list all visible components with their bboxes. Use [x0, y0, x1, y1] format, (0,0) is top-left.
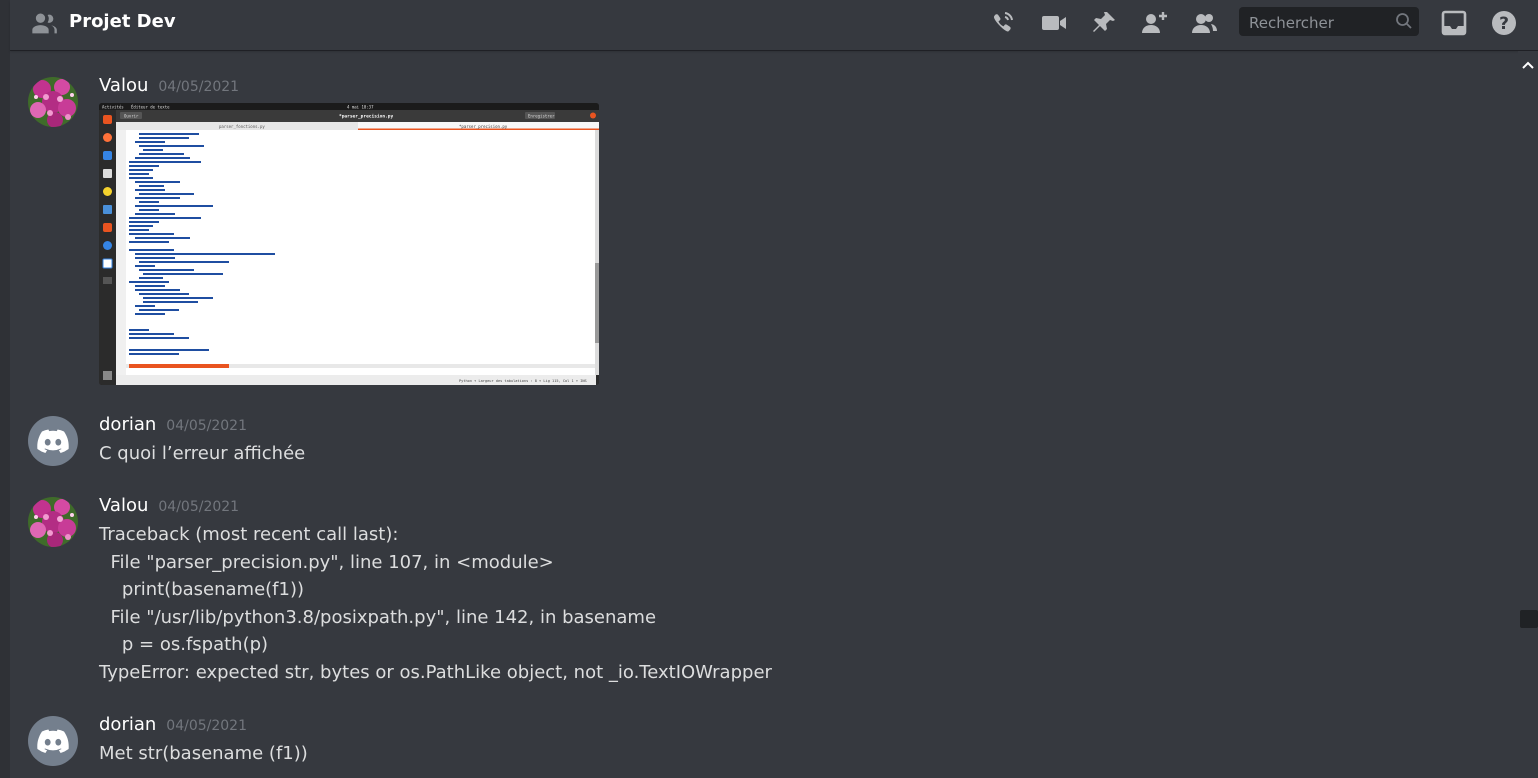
- traceback-line: print(basename(f1)): [99, 579, 305, 600]
- screenshot-topbar-left: Activités: [102, 105, 124, 110]
- author-name[interactable]: dorian: [99, 414, 156, 435]
- pin-icon[interactable]: [1089, 9, 1119, 37]
- search-icon: [1395, 12, 1413, 30]
- phone-call-icon[interactable]: [988, 9, 1018, 37]
- video-call-icon[interactable]: [1039, 9, 1069, 37]
- people-icon: [30, 10, 58, 38]
- traceback-line: TypeError: expected str, bytes or os.Pat…: [99, 661, 772, 683]
- chevron-up-icon[interactable]: [1522, 55, 1534, 69]
- author-name[interactable]: Valou: [99, 75, 148, 96]
- discord-logo-icon: [37, 429, 69, 453]
- screenshot-open-button: Ouvrir: [124, 114, 139, 119]
- screenshot-topbar-app: Éditeur de texte: [131, 105, 170, 110]
- message-header: dorian 04/05/2021: [99, 413, 247, 438]
- message-timestamp: 04/05/2021: [158, 79, 240, 95]
- svg-text:?: ?: [1499, 14, 1509, 34]
- discord-logo-icon: [37, 729, 69, 753]
- help-icon[interactable]: ?: [1489, 9, 1519, 37]
- channel-title: Projet Dev: [69, 11, 176, 32]
- scrollbar-thumb[interactable]: [1520, 610, 1538, 628]
- inbox-icon[interactable]: [1439, 9, 1469, 37]
- avatar[interactable]: [28, 497, 78, 547]
- traceback-line: Traceback (most recent call last):: [99, 524, 399, 545]
- image-attachment[interactable]: Activités Éditeur de texte 4 mai 10:37 O…: [99, 103, 599, 385]
- server-sidebar-edge: [0, 0, 10, 778]
- screenshot-tab-2: *parser_precision.py: [459, 124, 508, 129]
- traceback-line: p = os.fspath(p): [99, 634, 269, 655]
- members-icon[interactable]: [1189, 9, 1219, 37]
- screenshot-tab-1: parser_fonctions.py: [219, 124, 265, 129]
- message-content: C quoi l’erreur affichée: [99, 443, 306, 464]
- scrollbar[interactable]: [1518, 51, 1538, 778]
- search-bar[interactable]: [1239, 7, 1419, 38]
- message-content: Traceback (most recent call last): File …: [99, 521, 772, 686]
- channel-header: Projet Dev ?: [10, 0, 1538, 50]
- message-header: Valou 04/05/2021: [99, 494, 239, 519]
- author-name[interactable]: Valou: [99, 495, 148, 516]
- message-list: Valou 04/05/2021 Activités Éditeur de tex…: [10, 51, 1518, 778]
- message-header: Valou 04/05/2021: [99, 74, 239, 99]
- message-content: Met str(basename (f1)): [99, 743, 308, 764]
- screenshot-clock: 4 mai 10:37: [347, 105, 374, 110]
- screenshot-status-bar: Python ▾ Largeur des tabulations : 8 ▾ L…: [459, 379, 587, 383]
- avatar[interactable]: [28, 416, 78, 466]
- screenshot-window-title: *parser_precision.py: [339, 114, 393, 120]
- add-friend-icon[interactable]: [1139, 9, 1169, 37]
- screenshot-save-button: Enregistrer: [528, 114, 555, 119]
- message-timestamp: 04/05/2021: [166, 418, 247, 434]
- search-input[interactable]: [1247, 7, 1391, 38]
- author-name[interactable]: dorian: [99, 714, 156, 735]
- traceback-line: File "/usr/lib/python3.8/posixpath.py", …: [99, 606, 657, 628]
- traceback-line: File "parser_precision.py", line 107, in…: [99, 551, 554, 573]
- message-timestamp: 04/05/2021: [166, 718, 247, 734]
- message-header: dorian 04/05/2021: [99, 713, 247, 738]
- message-timestamp: 04/05/2021: [158, 499, 240, 515]
- avatar[interactable]: [28, 77, 78, 127]
- avatar[interactable]: [28, 716, 78, 766]
